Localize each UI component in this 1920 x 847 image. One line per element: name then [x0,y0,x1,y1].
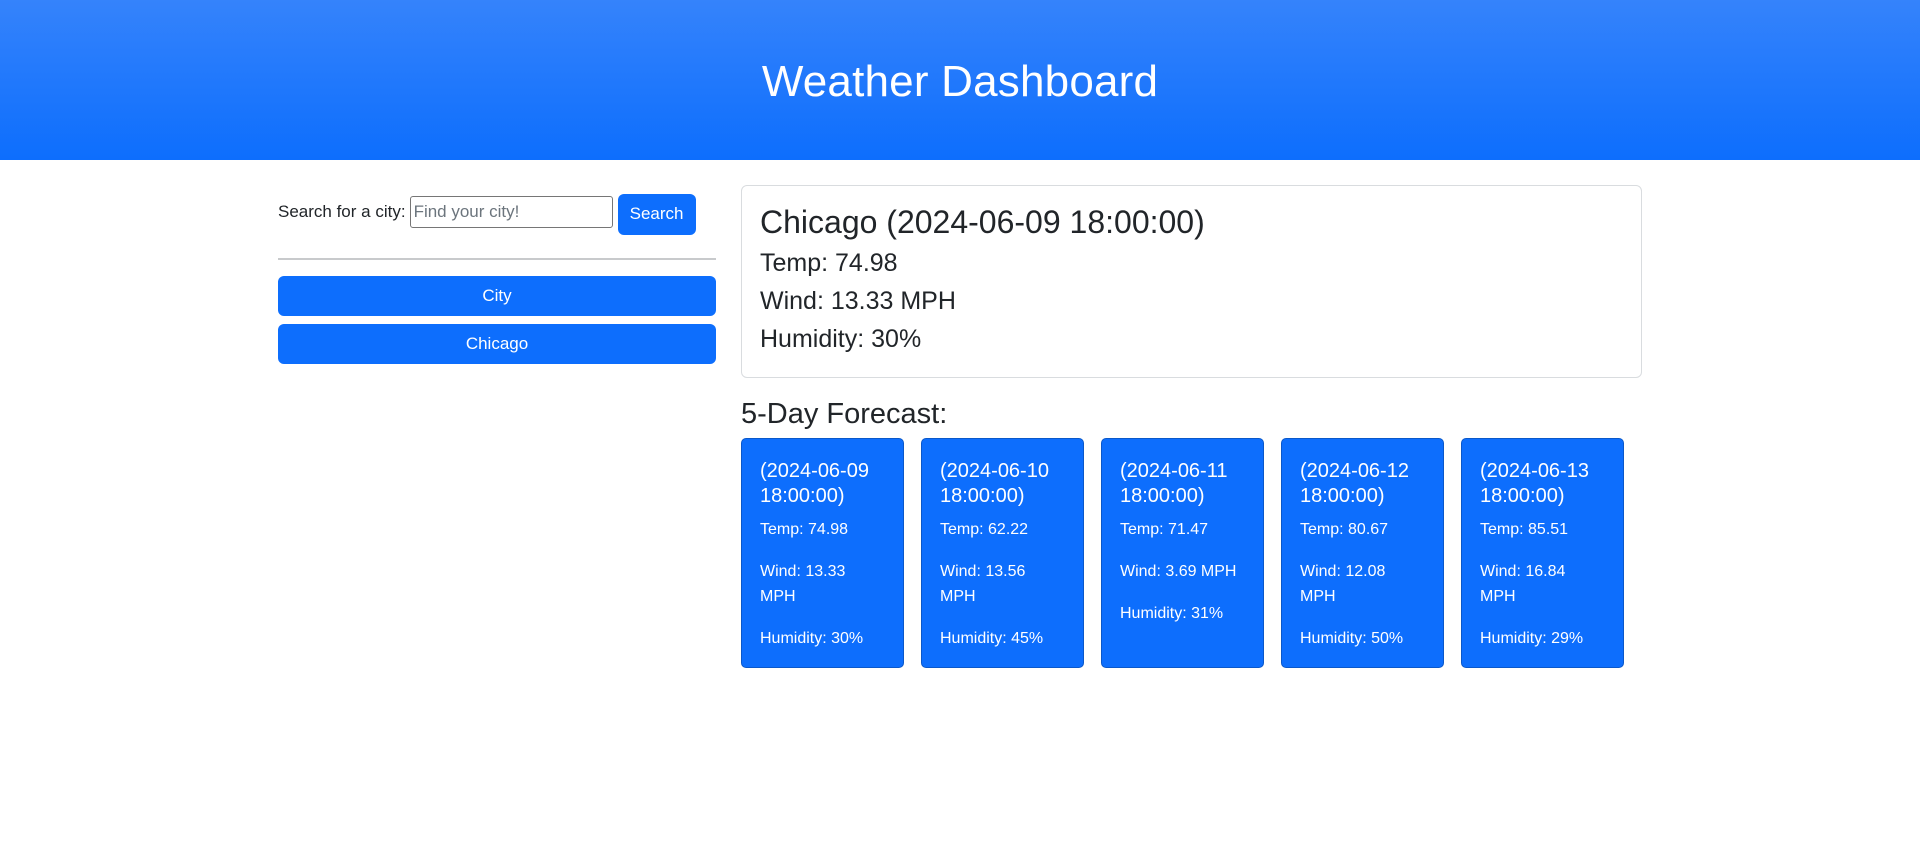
forecast-wind: Wind: 13.33 MPH [760,563,846,605]
forecast-date: (2024-06-09 18:00:00) [760,460,869,507]
forecast-humidity: Humidity: 29% [1480,630,1584,647]
weather-main: Chicago (2024-06-09 18:00:00) Temp: 74.9… [741,185,1642,668]
sidebar-divider [278,258,716,260]
forecast-wind: Wind: 13.56 MPH [940,563,1026,605]
current-wind: Wind: 13.33 MPH [760,287,956,315]
forecast-card: (2024-06-13 18:00:00) Temp: 85.51 Wind: … [1461,438,1624,668]
forecast-humidity: Humidity: 31% [1120,605,1224,622]
forecast-heading: 5-Day Forecast: [741,398,948,430]
page-header: Weather Dashboard [0,0,1920,160]
forecast-wind: Wind: 3.69 MPH [1120,563,1237,580]
forecast-card: (2024-06-11 18:00:00) Temp: 71.47 Wind: … [1101,438,1264,668]
search-label: Search for a city: [278,202,406,221]
forecast-list: (2024-06-09 18:00:00) Temp: 74.98 Wind: … [741,438,1642,668]
history-item-chicago[interactable]: Chicago [278,324,716,364]
forecast-temp: Temp: 74.98 [760,521,849,538]
current-temp: Temp: 74.98 [760,249,898,277]
forecast-temp: Temp: 85.51 [1480,521,1569,538]
forecast-card: (2024-06-09 18:00:00) Temp: 74.98 Wind: … [741,438,904,668]
forecast-humidity: Humidity: 30% [760,630,864,647]
current-city-title: Chicago (2024-06-09 18:00:00) [760,204,1205,240]
forecast-temp: Temp: 62.22 [940,521,1029,538]
forecast-date: (2024-06-10 18:00:00) [940,460,1049,507]
current-weather-card: Chicago (2024-06-09 18:00:00) Temp: 74.9… [741,185,1642,378]
search-sidebar: Search for a city: Search City Chicago [278,190,716,364]
forecast-humidity: Humidity: 45% [940,630,1044,647]
search-button[interactable]: Search [617,193,696,235]
history-item-city[interactable]: City [278,276,716,316]
forecast-wind: Wind: 16.84 MPH [1480,563,1566,605]
search-history-list: City Chicago [278,276,716,364]
forecast-date: (2024-06-13 18:00:00) [1480,460,1589,507]
current-humidity: Humidity: 30% [760,325,922,353]
forecast-wind: Wind: 12.08 MPH [1300,563,1386,605]
city-search-input[interactable] [409,196,613,228]
forecast-card: (2024-06-12 18:00:00) Temp: 80.67 Wind: … [1281,438,1444,668]
forecast-humidity: Humidity: 50% [1300,630,1404,647]
forecast-card: (2024-06-10 18:00:00) Temp: 62.22 Wind: … [921,438,1084,668]
search-form: Search for a city: Search [278,190,716,235]
forecast-date: (2024-06-12 18:00:00) [1300,460,1409,507]
forecast-temp: Temp: 80.67 [1300,521,1389,538]
forecast-date: (2024-06-11 18:00:00) [1120,460,1228,507]
forecast-temp: Temp: 71.47 [1120,521,1209,538]
page-title: Weather Dashboard [761,57,1159,106]
